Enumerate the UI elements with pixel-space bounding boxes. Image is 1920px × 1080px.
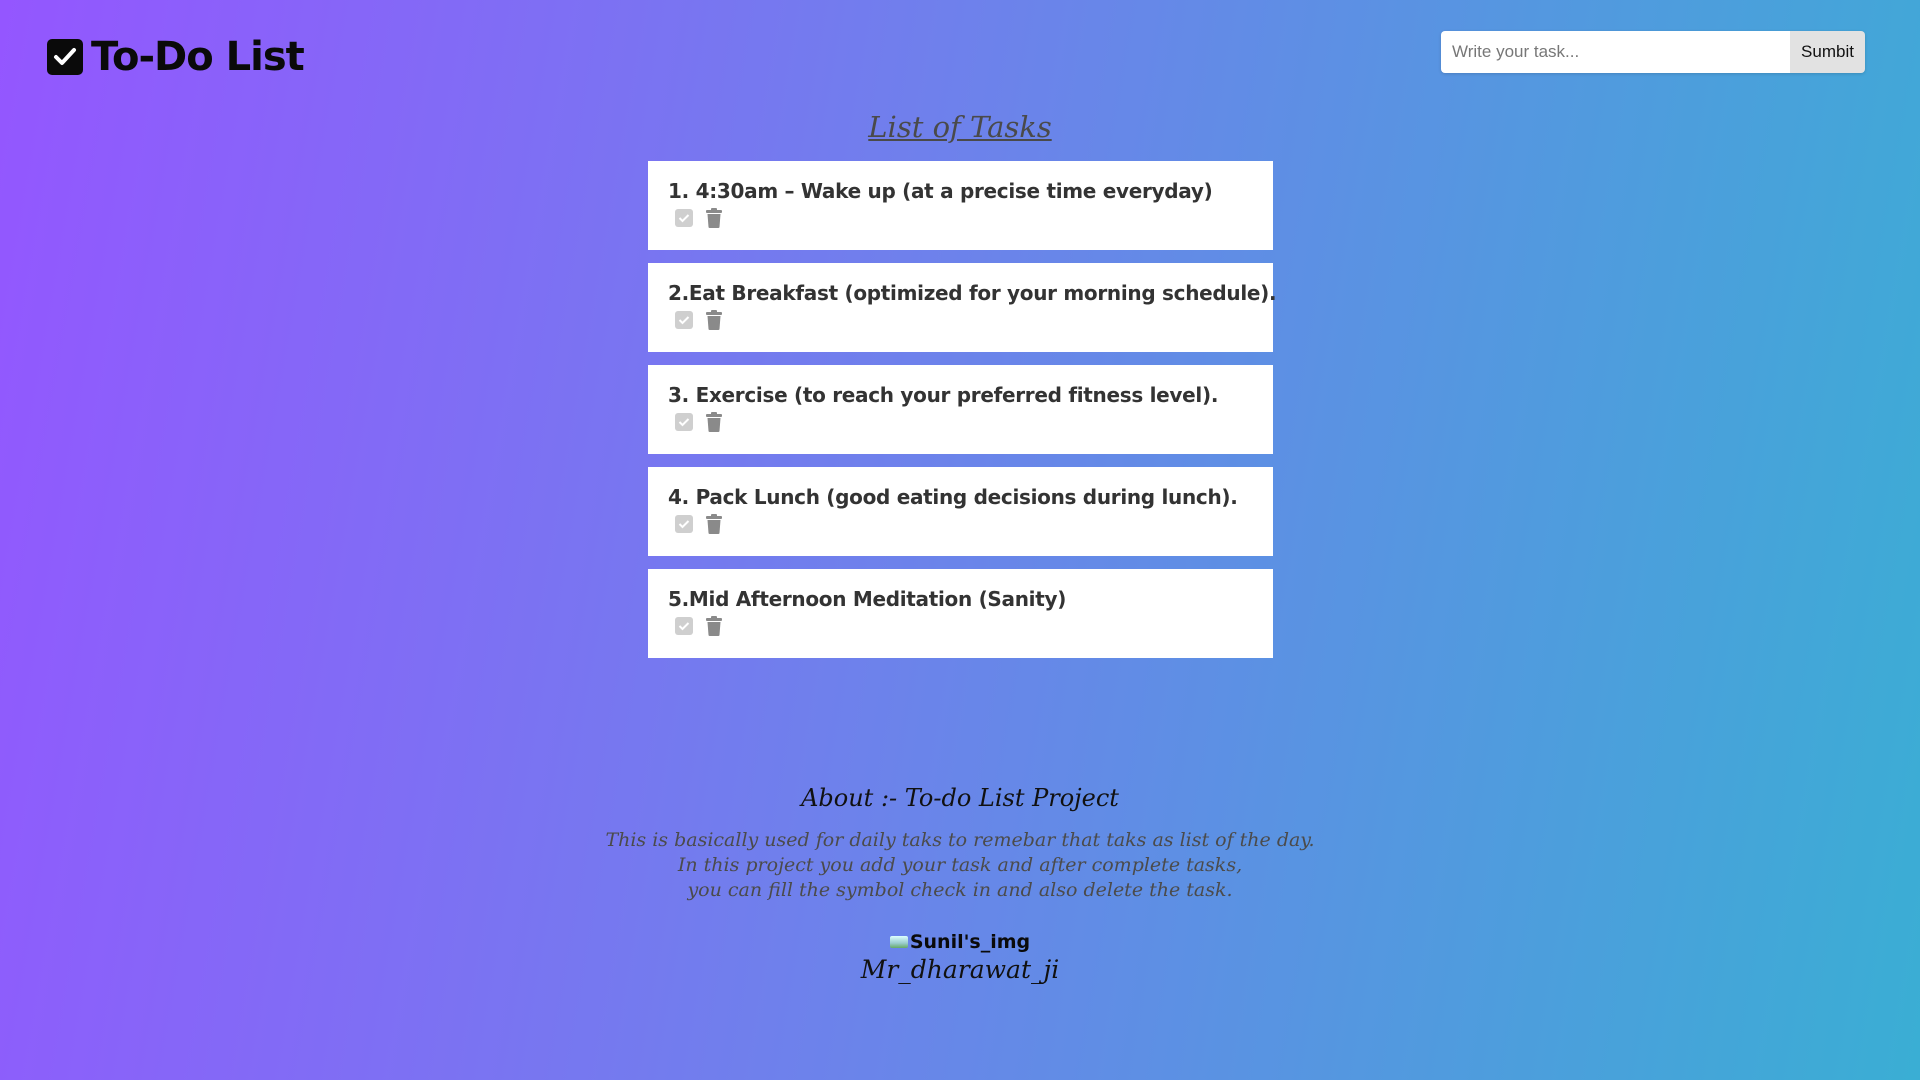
task-actions xyxy=(668,412,1253,432)
author-image-alt: Sunil's_img xyxy=(909,931,1031,953)
tasks-heading: List of Tasks xyxy=(868,110,1052,144)
check-icon[interactable] xyxy=(675,209,693,227)
broken-image-icon xyxy=(889,936,908,948)
task-card: 4. Pack Lunch (good eating decisions dur… xyxy=(648,467,1273,556)
task-text: 2.Eat Breakfast (optimized for your morn… xyxy=(668,281,1277,305)
task-text: 1. 4:30am – Wake up (at a precise time e… xyxy=(668,179,1213,203)
submit-button[interactable]: Sumbit xyxy=(1790,31,1865,73)
check-icon[interactable] xyxy=(675,311,693,329)
about-line: In this project you add your task and af… xyxy=(677,854,1243,876)
author-image: Sunil's_img xyxy=(889,931,1031,953)
check-icon[interactable] xyxy=(675,515,693,533)
app-title: To-Do List xyxy=(91,34,305,80)
about-line: you can fill the symbol check in and als… xyxy=(687,879,1233,901)
task-actions xyxy=(668,310,1253,330)
author-name: Mr_dharawat_ji xyxy=(860,955,1060,984)
about-title: About :- To-do List Project xyxy=(801,784,1119,812)
task-text: 3. Exercise (to reach your preferred fit… xyxy=(668,383,1219,407)
task-actions xyxy=(668,208,1253,228)
about-line: This is basically used for daily taks to… xyxy=(605,829,1315,851)
task-input[interactable] xyxy=(1441,31,1790,73)
trash-icon[interactable] xyxy=(705,208,723,228)
task-card: 3. Exercise (to reach your preferred fit… xyxy=(648,365,1273,454)
task-actions xyxy=(668,514,1253,534)
task-card: 5.Mid Afternoon Meditation (Sanity) xyxy=(648,569,1273,658)
task-card: 1. 4:30am – Wake up (at a precise time e… xyxy=(648,161,1273,250)
task-actions xyxy=(668,616,1253,636)
checkbox-icon xyxy=(47,39,83,75)
task-card: 2.Eat Breakfast (optimized for your morn… xyxy=(648,263,1277,352)
app-header: To-Do List xyxy=(47,34,305,80)
task-list: 1. 4:30am – Wake up (at a precise time e… xyxy=(648,161,1277,671)
task-text: 4. Pack Lunch (good eating decisions dur… xyxy=(668,485,1238,509)
check-icon[interactable] xyxy=(675,413,693,431)
task-form: Sumbit xyxy=(1441,31,1865,73)
trash-icon[interactable] xyxy=(705,310,723,330)
about-text: This is basically used for daily taks to… xyxy=(0,828,1920,903)
check-icon[interactable] xyxy=(675,617,693,635)
task-text: 5.Mid Afternoon Meditation (Sanity) xyxy=(668,587,1067,611)
trash-icon[interactable] xyxy=(705,616,723,636)
trash-icon[interactable] xyxy=(705,514,723,534)
about-section: About :- To-do List Project This is basi… xyxy=(0,784,1920,984)
trash-icon[interactable] xyxy=(705,412,723,432)
